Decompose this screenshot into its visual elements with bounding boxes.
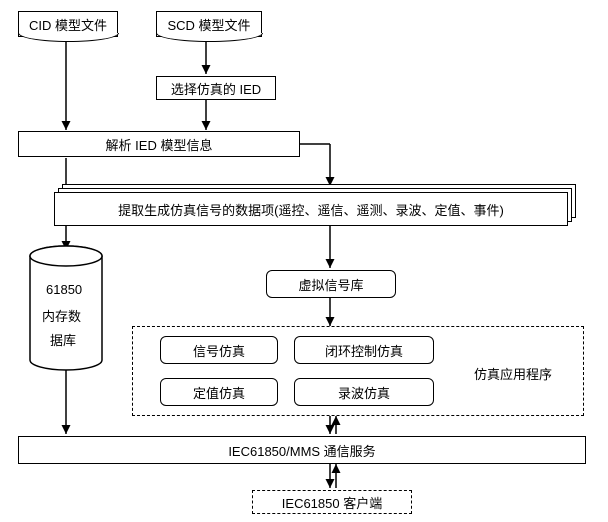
extract-label: 提取生成仿真信号的数据项(遥控、遥信、遥测、录波、定值、事件) — [118, 200, 504, 219]
closed-loop-label: 闭环控制仿真 — [325, 341, 403, 360]
virtual-lib-label: 虚拟信号库 — [298, 275, 363, 294]
apps-group-label: 仿真应用程序 — [474, 364, 552, 383]
closed-loop-app: 闭环控制仿真 — [294, 336, 434, 364]
setpoint-sim-app: 定值仿真 — [160, 378, 278, 406]
cid-label: CID 模型文件 — [29, 15, 107, 34]
db-line3: 据库 — [50, 330, 76, 349]
comm-service: IEC61850/MMS 通信服务 — [18, 436, 586, 464]
cid-model-file: CID 模型文件 — [18, 11, 118, 37]
setpoint-label: 定值仿真 — [193, 383, 245, 402]
select-ied-step: 选择仿真的 IED — [156, 76, 276, 100]
waveform-label: 录波仿真 — [338, 383, 390, 402]
client-label: IEC61850 客户端 — [282, 493, 382, 512]
db-line2: 内存数 — [42, 306, 81, 325]
parse-ied-label: 解析 IED 模型信息 — [106, 135, 213, 154]
scd-label: SCD 模型文件 — [167, 15, 250, 34]
db-line1: 61850 — [46, 282, 82, 297]
signal-sim-label: 信号仿真 — [193, 341, 245, 360]
waveform-sim-app: 录波仿真 — [294, 378, 434, 406]
extract-data-items-step: 提取生成仿真信号的数据项(遥控、遥信、遥测、录波、定值、事件) — [54, 192, 568, 226]
parse-ied-step: 解析 IED 模型信息 — [18, 131, 300, 157]
iec61850-client: IEC61850 客户端 — [252, 490, 412, 514]
select-ied-label: 选择仿真的 IED — [171, 79, 261, 98]
virtual-signal-library: 虚拟信号库 — [266, 270, 396, 298]
scd-model-file: SCD 模型文件 — [156, 11, 262, 37]
comm-service-label: IEC61850/MMS 通信服务 — [228, 441, 375, 460]
signal-sim-app: 信号仿真 — [160, 336, 278, 364]
